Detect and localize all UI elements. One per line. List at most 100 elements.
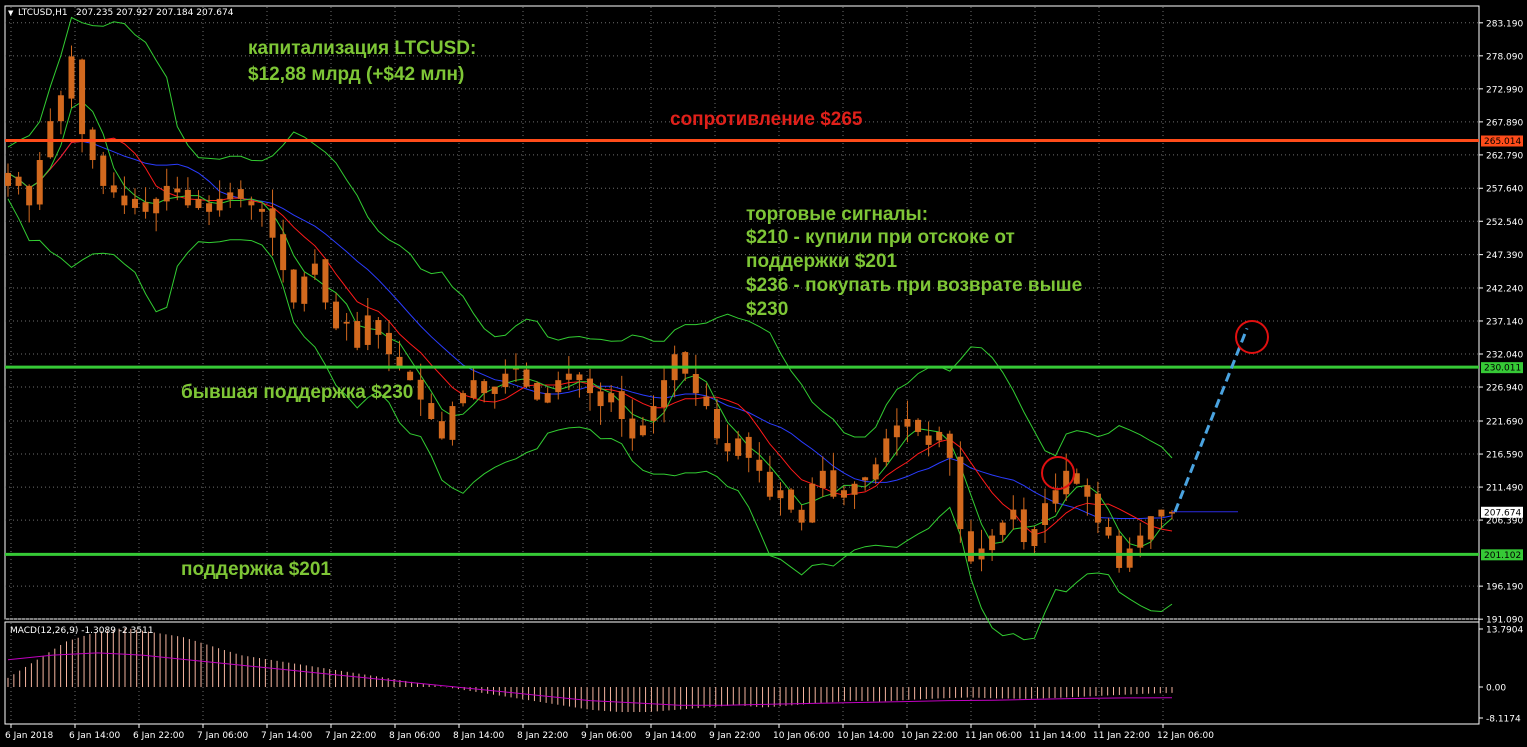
former-support-label: бывшая поддержка $230	[181, 382, 413, 403]
resistance-price-label: 265.014	[1484, 137, 1521, 147]
candle-body	[819, 470, 826, 489]
candle-body	[1020, 509, 1027, 543]
candle-body	[1031, 529, 1038, 547]
candle-body	[407, 371, 414, 381]
candle-body	[713, 408, 720, 439]
candle-body	[290, 269, 297, 303]
candle-body	[862, 477, 869, 481]
candle-body	[608, 393, 615, 403]
candle-body	[248, 201, 255, 206]
time-tick-label: 8 Jan 14:00	[453, 731, 505, 741]
price-tick-label: 237.140	[1486, 317, 1523, 327]
time-tick-label: 7 Jan 22:00	[325, 731, 377, 741]
time-tick-label: 9 Jan 06:00	[581, 731, 633, 741]
candle-body	[142, 202, 149, 212]
candle-body	[1147, 516, 1154, 540]
price-tick-label: 221.690	[1486, 418, 1523, 428]
candle-body	[438, 421, 445, 439]
time-tick-label: 6 Jan 22:00	[133, 731, 185, 741]
candle-body	[491, 386, 498, 394]
candle-body	[682, 352, 689, 374]
candle-body	[1137, 535, 1144, 548]
candle-body	[216, 198, 223, 211]
candle-body	[227, 192, 234, 200]
cap-line1: капитализация LTCUSD:	[248, 38, 476, 59]
signals-line4: $230	[746, 299, 788, 320]
candle-body	[385, 332, 392, 355]
time-tick-label: 11 Jan 06:00	[965, 731, 1022, 741]
candle-body	[1052, 490, 1059, 504]
candle-body	[79, 59, 86, 135]
candle-body	[946, 433, 953, 458]
time-tick-label: 8 Jan 22:00	[517, 731, 569, 741]
candle-body	[534, 382, 541, 400]
price-tick-label: 242.240	[1486, 284, 1523, 294]
candle-body	[576, 374, 583, 381]
candle-body	[957, 456, 964, 530]
time-tick-label: 7 Jan 06:00	[197, 731, 249, 741]
macd-tick-label: 0.00	[1486, 684, 1506, 694]
price-tick-label: 226.940	[1486, 384, 1523, 394]
candle-body	[523, 369, 530, 387]
candle-body	[131, 198, 138, 208]
candle-body	[1084, 485, 1091, 497]
candle-body	[904, 419, 911, 427]
price-tick-label: 252.540	[1486, 218, 1523, 228]
candle-body	[777, 490, 784, 499]
candle-body	[502, 373, 509, 388]
symbol-label: LTCUSD,H1	[18, 8, 68, 18]
ohlc-label: 207.235 207.927 207.184 207.674	[76, 8, 234, 18]
macd-tick-label: 13.7904	[1486, 626, 1523, 636]
candle-body	[639, 425, 646, 436]
price-tick-label: 216.590	[1486, 451, 1523, 461]
candle-body	[703, 396, 710, 407]
time-tick-label: 11 Jan 22:00	[1093, 731, 1150, 741]
candle-body	[1126, 548, 1133, 568]
price-tick-label: 278.090	[1486, 52, 1523, 62]
candle-body	[36, 160, 43, 205]
candle-body	[333, 301, 340, 329]
candle-body	[1094, 493, 1101, 523]
candle-body	[26, 185, 33, 206]
cap-line2: $12,88 млрд (+$42 млн)	[248, 64, 464, 85]
candle-body	[936, 431, 943, 441]
price-tick-label: 232.040	[1486, 351, 1523, 361]
collapse-icon[interactable]: ▼	[8, 9, 14, 17]
support-label: поддержка $201	[181, 559, 331, 580]
candle-body	[766, 471, 773, 497]
candle-body	[15, 176, 22, 186]
signals-title: торговые сигналы:	[746, 204, 928, 225]
candle-body	[618, 391, 625, 420]
candle-body	[724, 443, 731, 452]
candle-body	[100, 155, 107, 186]
candle-body	[237, 189, 244, 199]
candle-body	[1063, 470, 1070, 495]
price-tick-label: 196.190	[1486, 583, 1523, 593]
candle-body	[184, 189, 191, 206]
candle-body	[925, 435, 932, 445]
price-tick-label: 257.640	[1486, 185, 1523, 195]
candle-body	[110, 185, 117, 193]
candle-body	[735, 438, 742, 456]
price-tick-label: 206.390	[1486, 517, 1523, 527]
candle-body	[745, 436, 752, 458]
candle-body	[1116, 535, 1123, 568]
time-tick-label: 11 Jan 14:00	[1029, 731, 1086, 741]
candle-body	[470, 380, 477, 398]
former-support-price-label: 230.011	[1484, 364, 1521, 374]
candle-body	[311, 263, 318, 275]
price-tick-label: 211.490	[1486, 484, 1523, 494]
candle-body	[809, 483, 816, 523]
resistance-label: сопротивление $265	[670, 109, 863, 130]
candle-body	[989, 535, 996, 551]
price-chart[interactable]: 265.014230.011201.102207.674 283.190278.…	[0, 0, 1527, 747]
signals-line3: $236 - покупать при возврате выше	[746, 275, 1082, 296]
candle-body	[258, 208, 265, 212]
candle-body	[967, 531, 974, 562]
time-tick-label: 6 Jan 14:00	[69, 731, 121, 741]
candle-body	[481, 381, 488, 394]
candle-body	[269, 208, 276, 238]
candle-body	[280, 234, 287, 271]
candle-body	[999, 522, 1006, 535]
candle-body	[1010, 509, 1017, 520]
